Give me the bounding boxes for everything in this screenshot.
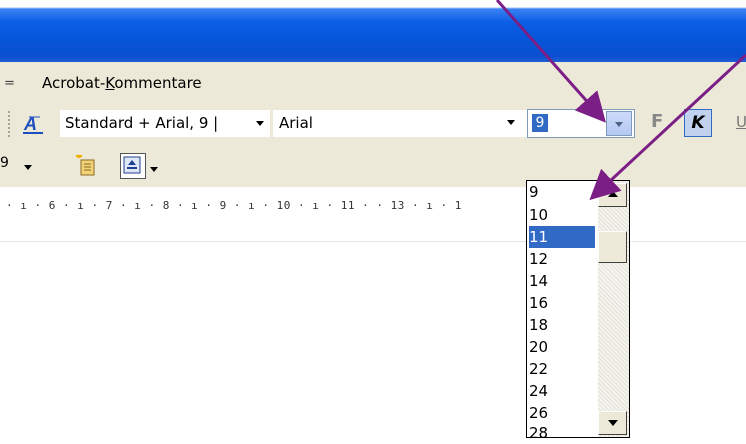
menu-acrobat-prefix: Acrobat- bbox=[42, 74, 106, 92]
scroll-up-button[interactable] bbox=[598, 183, 627, 207]
bold-button[interactable]: F bbox=[651, 111, 663, 132]
secondary-toolbar: 9 bbox=[0, 145, 746, 188]
size-option-14[interactable]: 14 bbox=[529, 270, 595, 292]
font-dropdown-arrow[interactable] bbox=[507, 120, 515, 125]
menu-separator: = bbox=[4, 76, 15, 91]
frame-dropdown-arrow[interactable] bbox=[150, 167, 158, 172]
font-size-dropdown-list[interactable]: 9 10 11 12 14 16 18 20 22 24 26 28 bbox=[526, 180, 630, 442]
menu-acrobat-suffix: ommentare bbox=[114, 74, 202, 92]
frame-icon-glyph bbox=[123, 156, 141, 174]
ruler: · ı · 6 · ı · 7 · ı · 8 · ı · 9 · ı · 10… bbox=[0, 187, 746, 247]
font-size-value: 9 bbox=[532, 114, 548, 132]
size-option-16[interactable]: 16 bbox=[529, 292, 595, 314]
size-option-24[interactable]: 24 bbox=[529, 380, 595, 402]
style-combobox[interactable]: Standard + Arial, 9 | bbox=[60, 110, 270, 137]
font-value: Arial bbox=[279, 114, 313, 132]
scroll-down-icon bbox=[608, 420, 618, 426]
size-option-11-selected[interactable]: 11 bbox=[529, 226, 595, 248]
style-a-icon[interactable]: A bbox=[20, 112, 46, 136]
font-combobox[interactable]: Arial bbox=[273, 110, 527, 137]
scroll-up-icon bbox=[608, 191, 618, 197]
size-option-26[interactable]: 26 bbox=[529, 402, 595, 424]
dropdown-scrollbar[interactable] bbox=[598, 181, 629, 437]
menu-bar: = Acrobat-Kommentare bbox=[0, 62, 746, 104]
size-option-28[interactable]: 28 bbox=[529, 422, 595, 444]
font-size-dropdown-button[interactable] bbox=[606, 111, 632, 136]
toolbar-grip[interactable] bbox=[8, 111, 12, 137]
toolbar-fragment: 9 bbox=[0, 155, 9, 171]
size-option-10[interactable]: 10 bbox=[529, 204, 595, 226]
frame-icon[interactable] bbox=[120, 153, 146, 179]
underline-button[interactable]: U bbox=[736, 113, 746, 131]
italic-button[interactable]: K bbox=[684, 109, 712, 137]
menu-acrobat-mnemonic: K bbox=[105, 74, 115, 92]
menu-acrobat-kommentare[interactable]: Acrobat-Kommentare bbox=[42, 74, 202, 92]
ruler-labels: · ı · 6 · ı · 7 · ı · 8 · ı · 9 · ı · 10… bbox=[6, 199, 462, 212]
size-option-9[interactable]: 9 bbox=[529, 181, 595, 203]
style-dropdown-arrow[interactable] bbox=[256, 121, 264, 126]
size-option-22[interactable]: 22 bbox=[529, 358, 595, 380]
scroll-down-button[interactable] bbox=[598, 411, 627, 435]
size-option-20[interactable]: 20 bbox=[529, 336, 595, 358]
toolbar-dropdown-arrow[interactable] bbox=[24, 165, 32, 170]
scrollbar-thumb[interactable] bbox=[598, 231, 627, 263]
formatting-toolbar: A Standard + Arial, 9 | Arial 9 F K U bbox=[0, 103, 746, 145]
document-area[interactable] bbox=[0, 248, 746, 438]
insert-icon[interactable] bbox=[74, 152, 98, 178]
style-value: Standard + Arial, 9 | bbox=[65, 114, 219, 132]
size-option-12[interactable]: 12 bbox=[529, 248, 595, 270]
size-option-18[interactable]: 18 bbox=[529, 314, 595, 336]
ruler-divider bbox=[0, 241, 746, 242]
chevron-down-icon bbox=[615, 122, 623, 127]
title-bar bbox=[0, 0, 746, 62]
